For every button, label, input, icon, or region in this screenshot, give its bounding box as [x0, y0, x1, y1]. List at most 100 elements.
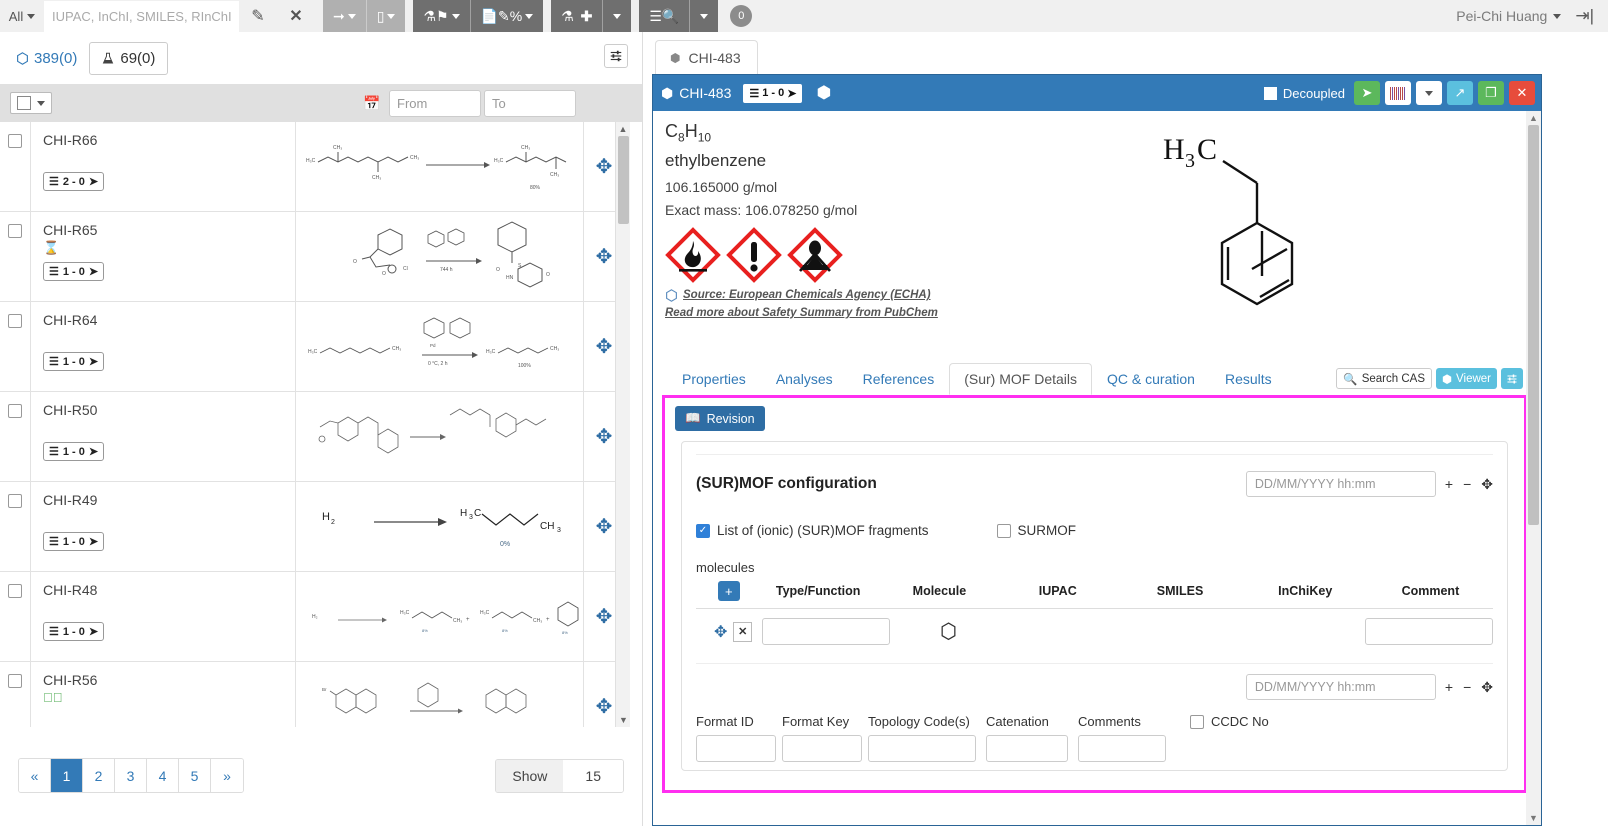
search-cas-button[interactable]: 🔍 Search CAS: [1336, 368, 1432, 389]
row-tag-button[interactable]: ☰1 - 0➤: [43, 262, 104, 281]
scroll-up-icon[interactable]: ▲: [616, 122, 630, 136]
comment-input[interactable]: [1365, 618, 1493, 645]
date-to-input[interactable]: [484, 90, 576, 117]
row-checkbox[interactable]: [8, 674, 22, 688]
echa-source-line[interactable]: Source: European Chemicals Agency (ECHA): [665, 289, 1541, 302]
fragments-checkbox[interactable]: ✓: [696, 524, 710, 538]
page-button-3[interactable]: 3: [115, 759, 147, 792]
logout-icon[interactable]: ⇥|: [1575, 6, 1594, 26]
close-icon[interactable]: ✕: [277, 0, 315, 32]
echa-source-link[interactable]: Source: European Chemicals Agency (ECHA): [683, 289, 931, 301]
move-row-button[interactable]: ✥: [1481, 476, 1493, 493]
table-row[interactable]: CHI-R48 ☰1 - 0➤ H₂ H₃C CH₃ 8%: [0, 572, 624, 662]
table-row[interactable]: CHI-R50 ☰1 - 0➤: [0, 392, 624, 482]
search-scope-dropdown[interactable]: All: [0, 1, 44, 32]
sliders-icon[interactable]: [604, 44, 628, 68]
revision-button[interactable]: 📖 Revision: [675, 406, 765, 431]
select-all-dropdown[interactable]: [10, 92, 52, 114]
move-icon[interactable]: ✥: [714, 622, 727, 642]
surmof-checkbox[interactable]: [997, 524, 1011, 538]
pubchem-link[interactable]: Read more about Safety Summary from PubC…: [665, 307, 938, 319]
format-id-input[interactable]: [696, 735, 776, 762]
page-next-button[interactable]: »: [211, 759, 243, 792]
expand-icon[interactable]: ↗: [1447, 81, 1473, 105]
window-tag-button[interactable]: ☰1 - 0➤: [743, 84, 802, 103]
send-icon[interactable]: ➤: [1354, 81, 1380, 105]
notification-badge[interactable]: 0: [730, 5, 752, 27]
decoupled-checkbox[interactable]: [1264, 87, 1277, 100]
row-checkbox[interactable]: [8, 404, 22, 418]
barcode-icon[interactable]: [1385, 81, 1411, 105]
scrollbar-thumb[interactable]: [618, 136, 629, 224]
list-scrollbar[interactable]: ▲ ▼: [615, 122, 630, 727]
tab-references[interactable]: References: [848, 363, 950, 395]
mof-config-datetime-input[interactable]: [1246, 471, 1436, 497]
counter-reactions[interactable]: 69(0): [89, 42, 168, 75]
date-from-input[interactable]: [389, 90, 481, 117]
scroll-down-icon[interactable]: ▼: [616, 713, 631, 727]
remove-format-button[interactable]: −: [1463, 679, 1471, 696]
report-edit-icon[interactable]: 📄✎%: [471, 0, 544, 32]
row-tag-button[interactable]: ☰1 - 0➤: [43, 442, 104, 461]
row-checkbox[interactable]: [8, 134, 22, 148]
row-checkbox[interactable]: [8, 494, 22, 508]
topology-codes-input[interactable]: [868, 735, 976, 762]
scrollbar-thumb[interactable]: [1528, 125, 1539, 525]
import-export-icon[interactable]: ⚗⚑: [413, 0, 470, 32]
row-tag-button[interactable]: ☰1 - 0➤: [43, 532, 104, 551]
row-checkbox[interactable]: [8, 314, 22, 328]
comments-input[interactable]: [1078, 735, 1166, 762]
page-size-value[interactable]: 15: [563, 760, 623, 792]
close-icon[interactable]: ✕: [1509, 81, 1535, 105]
barcode-search-icon[interactable]: ☰🔍: [639, 0, 690, 32]
page-button-4[interactable]: 4: [147, 759, 179, 792]
user-menu[interactable]: Pei-Chi Huang: [1456, 8, 1561, 24]
scroll-down-icon[interactable]: ▼: [1526, 811, 1541, 825]
move-format-button[interactable]: ✥: [1481, 679, 1493, 696]
format-datetime-input[interactable]: [1246, 674, 1436, 700]
row-checkbox[interactable]: [8, 224, 22, 238]
row-tag-button[interactable]: ☰2 - 0➤: [43, 172, 104, 191]
detail-scrollbar[interactable]: ▲ ▼: [1526, 111, 1541, 825]
table-row[interactable]: CHI-R66 ☰2 - 0➤ H₃C CH₃ CH₃: [0, 122, 624, 212]
table-row[interactable]: CHI-R65 ⌛ ☰1 - 0➤ O: [0, 212, 624, 302]
tab-qc-curation[interactable]: QC & curation: [1092, 363, 1210, 395]
table-row[interactable]: CHI-R56 ✔⃝ Br: [0, 662, 624, 727]
molecule-hexagon-icon[interactable]: [890, 622, 1007, 641]
type-function-input[interactable]: [762, 618, 890, 645]
create-dropdown-icon[interactable]: [603, 0, 631, 32]
page-button-5[interactable]: 5: [179, 759, 211, 792]
flask-plus-icon[interactable]: ⚗ ✚: [551, 0, 603, 32]
search-input[interactable]: [44, 1, 239, 32]
copy-icon[interactable]: ❐: [1478, 81, 1504, 105]
x-icon[interactable]: ✕: [733, 622, 752, 642]
calendar-icon[interactable]: 📅: [358, 90, 386, 116]
minus-box-icon[interactable]: ▯: [367, 0, 406, 32]
page-button-2[interactable]: 2: [83, 759, 115, 792]
remove-row-button[interactable]: −: [1463, 476, 1471, 493]
pubchem-source-line[interactable]: Read more about Safety Summary from PubC…: [665, 307, 1541, 319]
row-tag-button[interactable]: ☰1 - 0➤: [43, 622, 104, 641]
molecule-hexagon-icon[interactable]: ⬢: [816, 83, 831, 103]
add-molecule-button[interactable]: +: [718, 581, 740, 601]
add-row-button[interactable]: +: [1445, 476, 1453, 493]
tab-properties[interactable]: Properties: [667, 363, 761, 395]
tab-results[interactable]: Results: [1210, 363, 1287, 395]
row-checkbox[interactable]: [8, 584, 22, 598]
page-button-1[interactable]: 1: [51, 759, 83, 792]
add-format-button[interactable]: +: [1445, 679, 1453, 696]
tab-analyses[interactable]: Analyses: [761, 363, 848, 395]
pencil-icon[interactable]: ✎: [239, 0, 277, 32]
viewer-button[interactable]: ⬢ Viewer: [1436, 368, 1497, 389]
tab-sur-mof-details[interactable]: (Sur) MOF Details: [949, 363, 1092, 395]
arrow-right-icon[interactable]: ➞: [323, 0, 367, 32]
decoupled-toggle[interactable]: Decoupled: [1264, 86, 1345, 101]
ccdc-checkbox[interactable]: [1190, 715, 1204, 729]
table-row[interactable]: CHI-R64 ☰1 - 0➤ H₃C CH₃: [0, 302, 624, 392]
scan-dropdown-icon[interactable]: [690, 0, 718, 32]
barcode-dropdown-icon[interactable]: [1416, 81, 1442, 105]
sliders-icon[interactable]: [1501, 368, 1523, 389]
catenation-input[interactable]: [986, 735, 1068, 762]
detail-tab-chi-483[interactable]: ⬢ CHI-483: [655, 40, 758, 74]
table-row[interactable]: CHI-R49 ☰1 - 0➤ H2 H3C: [0, 482, 624, 572]
